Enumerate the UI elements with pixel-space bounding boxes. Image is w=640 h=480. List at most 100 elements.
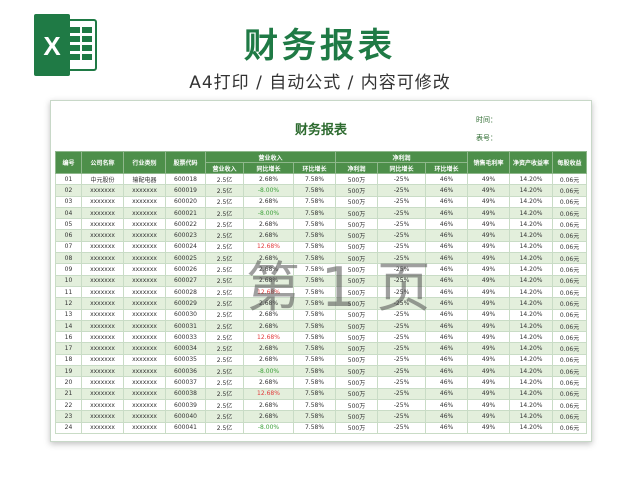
cell-revenue-yoy: 2.68% — [243, 308, 294, 321]
cell-profit-yoy: -25% — [377, 172, 427, 186]
cell-eps: 0.06元 — [552, 206, 588, 220]
cell-revenue-yoy: 2.68% — [243, 376, 294, 389]
cell-eps: 0.06元 — [552, 308, 588, 321]
cell-profit-qoq: 46% — [425, 285, 469, 299]
cell-revenue: 2.5亿 — [205, 342, 244, 355]
cell-stock-code: 600023 — [165, 229, 206, 242]
page-subtitle: A4打印 / 自动公式 / 内容可修改 — [189, 73, 451, 93]
cell-industry: xxxxxxx — [123, 342, 166, 355]
cell-industry: xxxxxxx — [123, 387, 166, 400]
cell-eps: 0.06元 — [552, 263, 588, 276]
cell-revenue-qoq: 7.58% — [292, 240, 337, 254]
cell-stock-code: 600025 — [165, 252, 206, 265]
cell-id: 17 — [55, 342, 82, 355]
cell-company: xxxxxxx — [81, 297, 124, 310]
cell-id: 18 — [55, 353, 82, 367]
cell-revenue-yoy: 12.68% — [243, 240, 294, 254]
cell-stock-code: 600028 — [165, 285, 206, 299]
cell-roe: 14.20% — [509, 206, 554, 220]
cell-gross-margin: 49% — [467, 252, 511, 265]
col-header-company: 公司名称 — [81, 151, 124, 174]
cell-revenue: 2.5亿 — [205, 387, 244, 400]
cell-profit-qoq: 46% — [425, 184, 469, 197]
cell-industry: xxxxxxx — [123, 252, 166, 265]
cell-revenue-yoy: 2.68% — [243, 172, 294, 186]
cell-profit-yoy: -25% — [377, 274, 427, 287]
cell-id: 13 — [55, 308, 82, 321]
cell-profit-qoq: 46% — [425, 274, 469, 287]
cell-gross-margin: 49% — [467, 172, 511, 186]
cell-company: xxxxxxx — [81, 195, 124, 208]
cell-company: xxxxxxx — [81, 240, 124, 254]
cell-stock-code: 600033 — [165, 331, 206, 344]
cell-id: 10 — [55, 274, 82, 287]
cell-revenue: 2.5亿 — [205, 365, 244, 378]
cell-eps: 0.06元 — [552, 274, 588, 287]
cell-eps: 0.06元 — [552, 195, 588, 208]
cell-profit-qoq: 46% — [425, 252, 469, 265]
cell-roe: 14.20% — [509, 331, 554, 344]
cell-industry: xxxxxxx — [123, 274, 166, 287]
cell-profit: 500万 — [335, 297, 379, 310]
cell-gross-margin: 49% — [467, 195, 511, 208]
cell-stock-code: 600034 — [165, 342, 206, 355]
cell-roe: 14.20% — [509, 184, 554, 197]
cell-profit-qoq: 46% — [425, 331, 469, 344]
cell-stock-code: 600019 — [165, 184, 206, 197]
cell-industry: xxxxxxx — [123, 376, 166, 389]
cell-company: xxxxxxx — [81, 353, 124, 367]
table-row: 03 xxxxxxx xxxxxxx 600020 2.5亿 2.68% 7.58% 500万… — [55, 195, 588, 208]
cell-stock-code: 600022 — [165, 218, 206, 231]
cell-roe: 14.20% — [509, 240, 554, 254]
col-header-revenue: 营业收入 — [205, 162, 244, 174]
cell-profit: 500万 — [335, 365, 379, 378]
cell-profit-qoq: 46% — [425, 342, 469, 355]
cell-roe: 14.20% — [509, 263, 554, 276]
col-header-revenue-group: 营业收入 — [204, 151, 337, 163]
cell-company: xxxxxxx — [81, 274, 124, 287]
cell-gross-margin: 49% — [467, 285, 511, 299]
cell-eps: 0.06元 — [552, 319, 588, 333]
cell-profit-qoq: 46% — [425, 365, 469, 378]
cell-roe: 14.20% — [509, 376, 554, 389]
cell-id: 22 — [55, 398, 82, 412]
cell-eps: 0.06元 — [552, 184, 588, 197]
cell-revenue: 2.5亿 — [205, 195, 244, 208]
cell-id: 14 — [55, 319, 82, 333]
col-header-revenue-yoy: 同比增长 — [243, 162, 294, 174]
cell-stock-code: 600041 — [165, 421, 206, 434]
cell-profit-yoy: -25% — [377, 297, 427, 310]
cell-revenue-qoq: 7.58% — [292, 353, 337, 367]
cell-gross-margin: 49% — [467, 308, 511, 321]
cell-profit-yoy: -25% — [377, 387, 427, 400]
cell-industry: xxxxxxx — [123, 195, 166, 208]
cell-profit: 500万 — [335, 172, 379, 186]
cell-revenue-qoq: 7.58% — [292, 252, 337, 265]
cell-gross-margin: 49% — [467, 229, 511, 242]
cell-roe: 14.20% — [509, 274, 554, 287]
cell-profit-qoq: 46% — [425, 218, 469, 231]
cell-industry: xxxxxxx — [123, 421, 166, 434]
cell-roe: 14.20% — [509, 195, 554, 208]
cell-gross-margin: 49% — [467, 218, 511, 231]
cell-roe: 14.20% — [509, 319, 554, 333]
table-row: 18 xxxxxxx xxxxxxx 600035 2.5亿 2.68% 7.58% 500万… — [55, 353, 588, 367]
table-row: 19 xxxxxxx xxxxxxx 600036 2.5亿 -8.00% 7.58% 500… — [55, 365, 588, 378]
col-header-stock-code: 股票代码 — [165, 151, 206, 174]
table-row: 08 xxxxxxx xxxxxxx 600025 2.5亿 2.68% 7.58% 500万… — [55, 252, 588, 265]
cell-industry: xxxxxxx — [123, 285, 166, 299]
cell-company: xxxxxxx — [81, 252, 124, 265]
cell-profit-yoy: -25% — [377, 308, 427, 321]
cell-roe: 14.20% — [509, 387, 554, 400]
cell-industry: xxxxxxx — [123, 308, 166, 321]
cell-profit-yoy: -25% — [377, 263, 427, 276]
cell-id: 11 — [55, 285, 82, 299]
cell-revenue-yoy: 12.68% — [243, 331, 294, 344]
cell-id: 23 — [55, 410, 82, 423]
banner: X 财务报表 A4打印 / 自动公式 / 内容可修改 — [0, 0, 640, 100]
cell-id: 03 — [55, 195, 82, 208]
cell-revenue-yoy: 2.68% — [243, 342, 294, 355]
cell-company: xxxxxxx — [81, 263, 124, 276]
cell-gross-margin: 49% — [467, 342, 511, 355]
cell-gross-margin: 49% — [467, 274, 511, 287]
